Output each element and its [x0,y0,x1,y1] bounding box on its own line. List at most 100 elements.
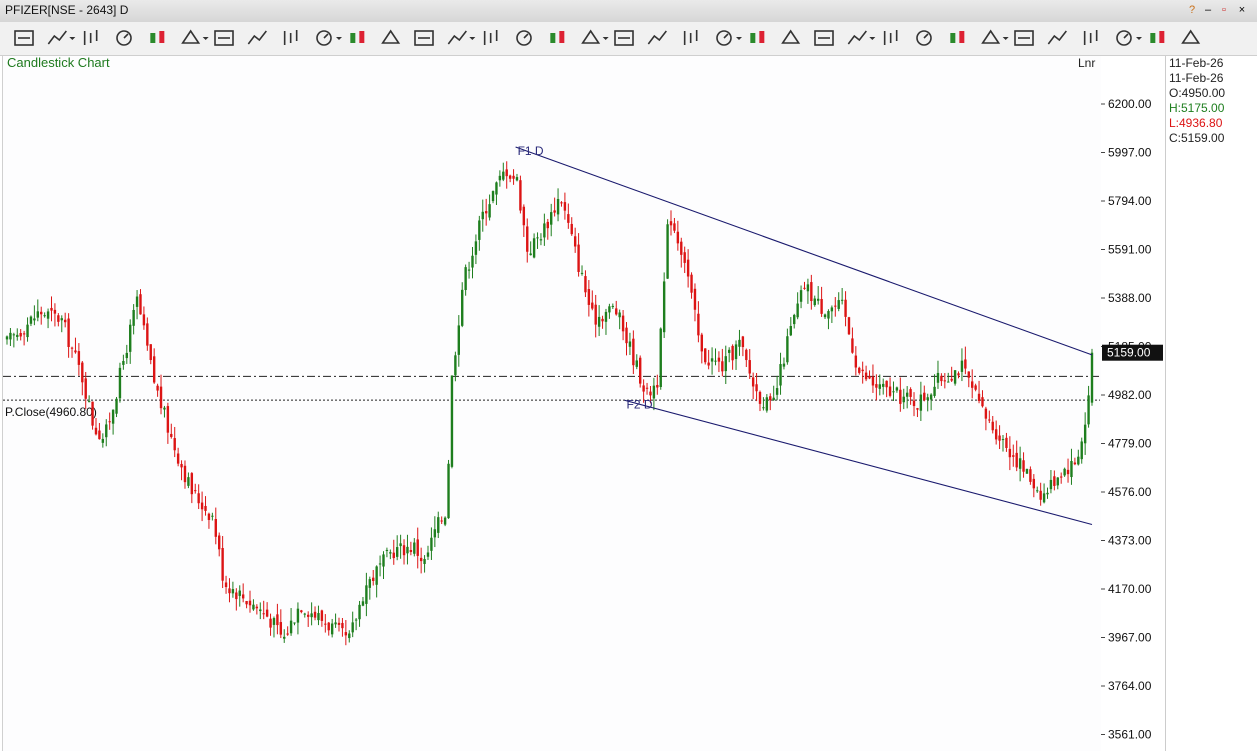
link-icon[interactable] [981,29,1009,44]
wave-line-icon[interactable] [414,30,434,46]
rectangle-icon[interactable] [381,29,401,44]
text-tool-icon[interactable] [781,29,801,44]
candle-body [577,244,580,272]
candle-body [967,371,970,378]
trendline[interactable] [624,399,1093,526]
help-button[interactable]: ? [1184,2,1200,18]
candle-body [543,223,546,238]
bell-icon[interactable] [1181,29,1201,44]
hand-drawing-icon[interactable] [883,30,898,45]
eraser-icon[interactable] [283,30,298,45]
candle-body [1012,455,1015,457]
alert-pin-icon[interactable] [1150,31,1165,43]
candle-body [666,224,669,279]
candles [5,161,1094,646]
close-button[interactable]: × [1234,2,1250,18]
candle-body [324,623,327,625]
candle-body [721,361,724,372]
candle-body [731,345,734,361]
indicators-icon[interactable] [1083,30,1098,45]
column-chart-icon[interactable] [516,30,532,46]
candle-body [368,579,372,588]
notes-chart-icon[interactable] [916,30,932,46]
candle-body [1080,441,1083,460]
bar-chart-icon[interactable] [214,30,234,46]
candle-body [259,609,262,612]
colored-candles-icon[interactable] [550,31,565,43]
candle-body [882,383,885,387]
candle-body [139,294,142,315]
scatter-icon[interactable] [483,30,498,45]
candle-body [847,317,851,335]
cursor-target-icon[interactable] [150,31,165,43]
candle-body [474,241,478,255]
star-icon[interactable] [1047,30,1067,45]
candle-body [26,324,29,338]
candle-body [529,253,532,256]
scissors-icon[interactable] [316,30,342,46]
bracket-icon[interactable] [716,30,742,46]
candle-body [734,344,738,360]
candle-body [994,429,998,440]
histogram-icon[interactable] [447,30,476,45]
book-icon[interactable] [1014,30,1034,46]
chart-area[interactable]: Candlestick Chart Lnr P.Close(4960.80) F… [2,55,1102,751]
sparkle-icon[interactable] [350,31,365,43]
candle-body [1029,469,1032,482]
candle-body [601,318,604,322]
candle-body [686,259,690,277]
candle-body [125,352,128,359]
candle-body [868,376,871,379]
minimize-button[interactable]: – [1200,2,1216,18]
parallel-lines-icon[interactable] [847,30,876,45]
candle-body [947,381,950,383]
candle-body [861,369,864,372]
candle-body [628,341,632,347]
candle-body [573,236,577,247]
price-axis[interactable]: 6200.005997.005794.005591.005388.005185.… [1101,56,1165,751]
candle-body [765,397,769,411]
candle-body [1008,448,1012,458]
candle-body [406,546,409,554]
candle-body [875,384,878,388]
fibonacci-fan-icon[interactable] [581,29,609,44]
scale-label[interactable]: Lnr [1078,56,1095,70]
stopwatch-icon[interactable] [116,30,132,46]
ruler-icon[interactable] [647,30,667,45]
candle-body [111,409,115,424]
menu-lines-icon[interactable] [14,30,34,46]
speed-arc-icon[interactable] [614,30,634,46]
candle-body [67,318,70,347]
candle-body [430,537,433,551]
candle-body [632,338,635,366]
candle-body [248,600,252,606]
candle-body [409,549,413,553]
candle-body [522,206,526,226]
candle-body [981,397,984,407]
candle-body [515,177,519,181]
candle-body [772,397,775,401]
candle-body [313,611,317,618]
restore-button[interactable]: ▫ [1216,2,1232,18]
axis-tick-label: 3561.00 [1108,728,1152,742]
candle-body [662,281,666,333]
candle-body [827,311,830,319]
trend-line-icon[interactable] [83,30,98,45]
candle-body [218,535,221,550]
candle-body [197,493,200,504]
compare-icon[interactable] [1116,30,1142,46]
candle-body [1042,493,1046,503]
candlestick-icon[interactable] [247,30,267,45]
cube-icon[interactable] [750,31,765,43]
candle-body [77,351,81,365]
candle-body [286,633,289,635]
clipboard-icon[interactable] [950,31,965,43]
ohlc-bars-icon[interactable] [181,29,209,44]
line-ends-icon[interactable] [47,30,76,45]
candle-body [546,221,549,229]
candle-body [625,327,628,344]
candle-body [149,344,152,361]
candle-body [724,356,727,372]
paintbrush-icon[interactable] [814,30,834,46]
volume-bars-icon[interactable] [683,30,698,45]
